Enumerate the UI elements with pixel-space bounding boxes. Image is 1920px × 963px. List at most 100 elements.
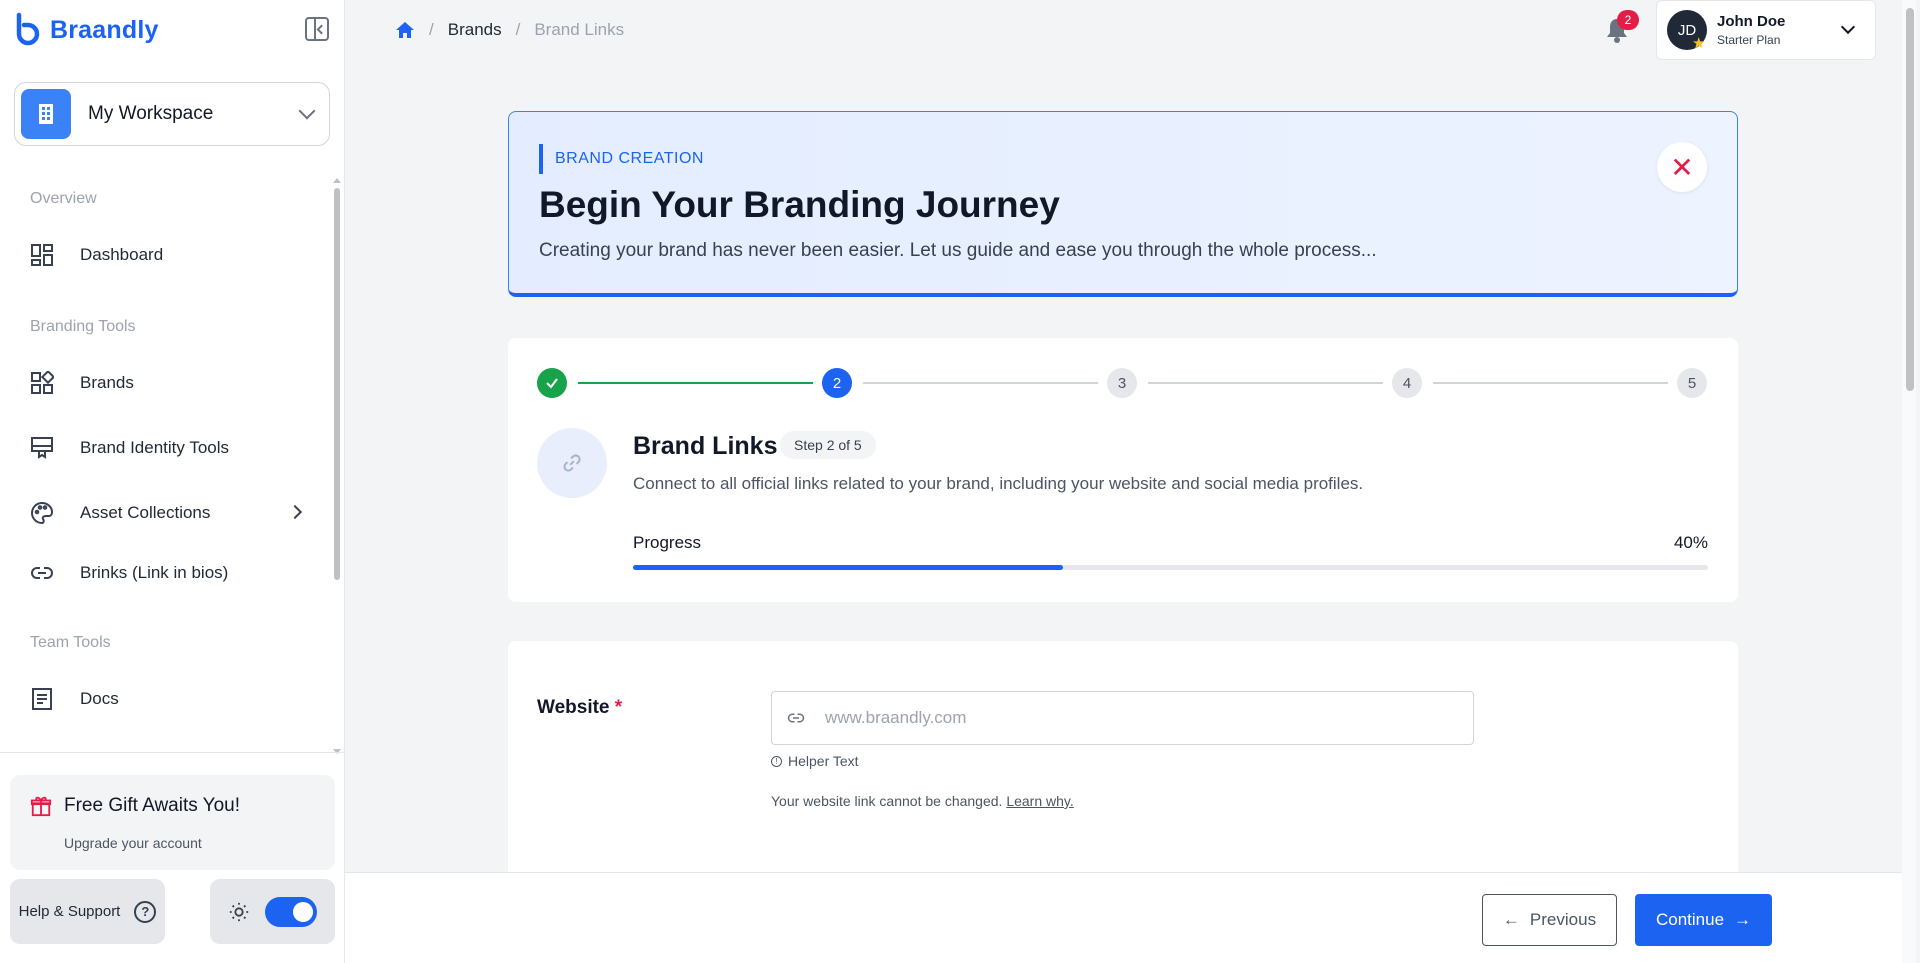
check-icon xyxy=(546,378,558,389)
sidebar-nav: Overview Dashboard Branding Tools Brands… xyxy=(0,180,345,752)
step-title: Brand Links xyxy=(633,432,778,460)
app-logo[interactable]: Braandly xyxy=(14,12,159,48)
section-team-tools: Team Tools xyxy=(30,634,111,651)
breadcrumb-brands[interactable]: Brands xyxy=(448,20,502,40)
breadcrumb-separator: / xyxy=(429,20,434,39)
breadcrumb-brand-links: Brand Links xyxy=(534,20,625,39)
website-note: Your website link cannot be changed. Lea… xyxy=(771,793,1074,809)
step-1-complete[interactable] xyxy=(537,368,567,398)
website-input-wrapper[interactable] xyxy=(771,691,1474,745)
user-plan: Starter Plan xyxy=(1717,33,1781,47)
step-5[interactable]: 5 xyxy=(1677,368,1707,398)
info-icon: ! xyxy=(771,755,782,767)
theme-toggle[interactable] xyxy=(265,897,317,927)
step-3[interactable]: 3 xyxy=(1107,368,1137,398)
home-icon[interactable] xyxy=(395,21,415,39)
link-icon xyxy=(787,713,805,723)
step-connector xyxy=(578,382,813,384)
sidebar-item-label: Asset Collections xyxy=(80,503,211,522)
close-icon[interactable]: ✕ xyxy=(1657,142,1707,192)
app-name: Braandly xyxy=(50,15,159,44)
breadcrumb: / Brands / Brand Links xyxy=(395,20,624,40)
stepper-card: 2 3 4 5 Brand Links Step 2 of 5 Connect … xyxy=(508,338,1738,602)
breadcrumb-separator: / xyxy=(515,20,521,39)
step-link-icon xyxy=(537,428,607,498)
sidebar-item-label: Brinks (Link in bios) xyxy=(80,563,229,582)
scroll-up-arrow-icon[interactable] xyxy=(333,178,341,183)
gift-title: Free Gift Awaits You! xyxy=(64,795,241,816)
previous-label: Previous xyxy=(1529,910,1597,929)
monitor-icon xyxy=(31,437,53,459)
question-icon: ? xyxy=(134,900,157,923)
star-icon: ★ xyxy=(1692,35,1706,52)
gift-subtitle: Upgrade your account xyxy=(64,835,202,851)
link-icon xyxy=(31,567,53,579)
workspace-label: My Workspace xyxy=(88,103,214,124)
page-scrollbar[interactable] xyxy=(1902,0,1916,963)
helper-text-label: Helper Text xyxy=(788,753,859,769)
user-menu[interactable]: JD ★ John Doe Starter Plan xyxy=(1656,0,1876,60)
continue-label: Continue xyxy=(1655,910,1725,929)
theme-switcher xyxy=(210,879,335,944)
brand-creation-banner: BRAND CREATION Begin Your Branding Journ… xyxy=(508,111,1738,297)
section-overview: Overview xyxy=(30,190,97,207)
help-support-button[interactable]: Help & Support ? xyxy=(10,879,165,944)
sidebar-scroll-thumb[interactable] xyxy=(334,188,340,580)
sidebar-item-label: Brands xyxy=(80,373,134,392)
sidebar-item-asset-collections[interactable]: Asset Collections xyxy=(30,493,310,533)
sidebar-item-label: Dashboard xyxy=(80,245,164,264)
sidebar-item-dashboard[interactable]: Dashboard xyxy=(30,235,310,275)
note-text: Your website link cannot be changed. xyxy=(771,793,1003,809)
page-scroll-thumb[interactable] xyxy=(1906,8,1914,391)
required-mark: * xyxy=(614,697,623,718)
sidebar-item-brand-identity-tools[interactable]: Brand Identity Tools xyxy=(30,428,310,468)
sidebar-item-brinks[interactable]: Brinks (Link in bios) xyxy=(30,553,310,593)
sidebar-scrollbar[interactable] xyxy=(333,178,341,754)
collapse-sidebar-icon[interactable] xyxy=(305,17,329,41)
document-icon xyxy=(32,688,52,710)
step-4[interactable]: 4 xyxy=(1392,368,1422,398)
continue-button[interactable]: Continue → xyxy=(1635,894,1772,946)
sidebar-item-brands[interactable]: Brands xyxy=(30,363,310,403)
banner-eyebrow: BRAND CREATION xyxy=(539,144,704,174)
user-name: John Doe xyxy=(1717,13,1786,30)
building-icon xyxy=(21,89,71,139)
learn-why-link[interactable]: Learn why. xyxy=(1006,793,1073,809)
helper-text: ! Helper Text xyxy=(771,753,859,769)
brand-links-form: Website * ! Helper Text Your website lin… xyxy=(508,641,1738,881)
section-branding-tools: Branding Tools xyxy=(30,318,136,335)
sidebar-item-label: Docs xyxy=(80,689,119,708)
progress-label: Progress xyxy=(633,533,702,552)
chevron-down-icon xyxy=(298,102,316,120)
upgrade-card[interactable]: Free Gift Awaits You! Upgrade your accou… xyxy=(10,775,335,870)
link-icon xyxy=(563,454,581,472)
sidebar-item-docs[interactable]: Docs xyxy=(30,679,310,719)
step-connector xyxy=(863,382,1098,384)
arrow-right-icon: → xyxy=(1734,910,1752,929)
palette-icon xyxy=(31,501,54,525)
gift-icon xyxy=(30,796,52,817)
progress-percent: 40% xyxy=(1673,533,1708,552)
help-support-label: Help & Support xyxy=(18,903,121,920)
website-label-text: Website xyxy=(537,697,610,718)
website-input[interactable] xyxy=(825,708,1425,728)
previous-button[interactable]: ← Previous xyxy=(1482,894,1617,946)
wizard-footer: ← Previous Continue → xyxy=(345,872,1902,963)
sidebar-footer: Free Gift Awaits You! Upgrade your accou… xyxy=(0,752,345,963)
workspace-selector[interactable]: My Workspace xyxy=(14,82,330,146)
page-title: Begin Your Branding Journey xyxy=(539,184,1060,225)
chevron-down-icon xyxy=(1840,19,1856,35)
avatar: JD ★ xyxy=(1667,10,1707,52)
step-description: Connect to all official links related to… xyxy=(633,474,1364,493)
banner-description: Creating your brand has never been easie… xyxy=(539,240,1377,261)
sun-icon xyxy=(229,902,249,922)
step-connector xyxy=(1433,382,1668,384)
step-connector xyxy=(1148,382,1383,384)
braandly-logo-icon xyxy=(16,12,40,46)
chevron-right-icon xyxy=(287,504,303,520)
arrow-left-icon: ← xyxy=(1502,910,1520,929)
dashboard-icon xyxy=(31,244,53,266)
progress-bar xyxy=(633,565,1708,570)
step-2-current[interactable]: 2 xyxy=(822,368,852,398)
progress-bar-fill xyxy=(633,565,1063,570)
